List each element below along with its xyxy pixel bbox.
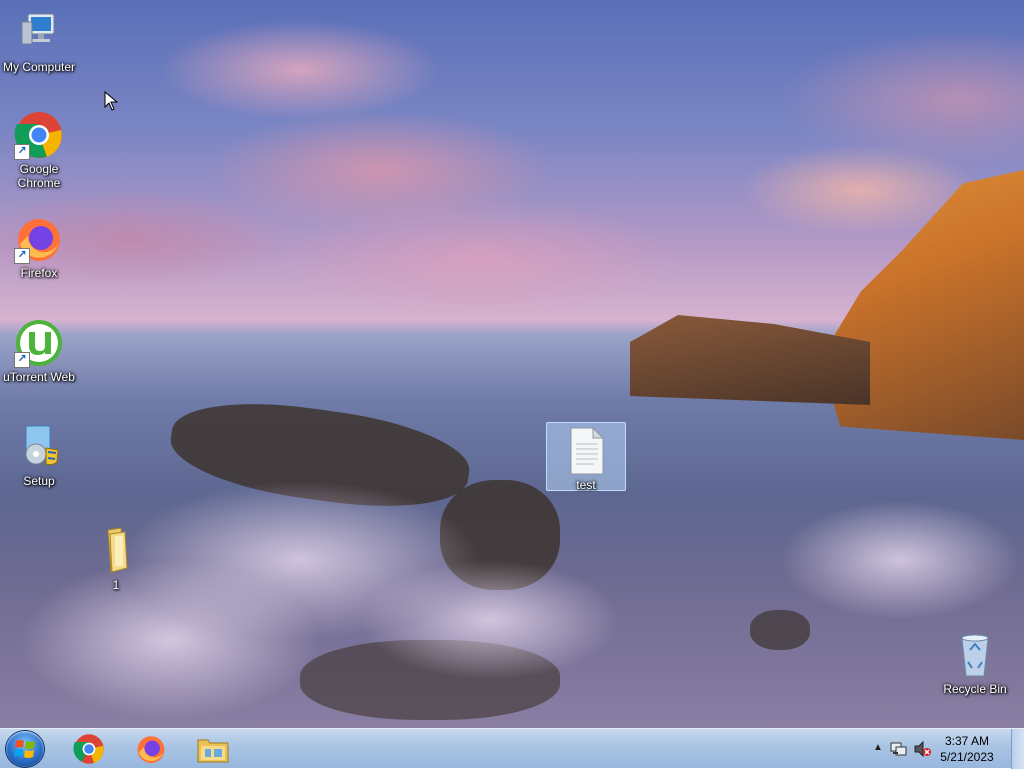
desktop-icon-folder-1[interactable]: 1: [77, 526, 155, 592]
desktop-icon-recycle-bin[interactable]: Recycle Bin: [936, 630, 1014, 696]
volume-muted-icon[interactable]: [914, 741, 932, 757]
desktop-icon-setup[interactable]: Setup: [0, 422, 78, 488]
clock-date: 5/21/2023: [940, 750, 994, 764]
chrome-icon: [73, 734, 104, 764]
desktop-icon-label: 1: [112, 578, 120, 592]
desktop-icon-firefox[interactable]: ↗ Firefox: [0, 214, 78, 280]
desktop-icon-utorrent-web[interactable]: ↗ uTorrent Web: [0, 318, 78, 384]
taskbar-clock[interactable]: 3:37 AM 5/21/2023: [932, 733, 1002, 765]
network-icon[interactable]: [890, 741, 908, 757]
show-hidden-icons-button[interactable]: ▲: [872, 741, 884, 755]
wallpaper-foam: [20, 560, 320, 720]
chrome-icon: ↗: [14, 110, 64, 160]
file-explorer-icon: [197, 739, 229, 763]
start-button[interactable]: [6, 731, 44, 767]
desktop[interactable]: My Computer ↗ Google Chrome ↗ Firefox ↗ …: [0, 0, 1024, 728]
desktop-icon-label: Google Chrome: [17, 162, 61, 190]
desktop-icon-label: test: [576, 478, 596, 492]
computer-icon: [14, 8, 64, 58]
desktop-icon-label: Recycle Bin: [943, 682, 1007, 696]
wallpaper-foam: [780, 500, 1020, 620]
desktop-icon-label: Setup: [23, 474, 55, 488]
recycle-bin-icon: [950, 630, 1000, 680]
taskbar-firefox-button[interactable]: [128, 732, 174, 766]
mouse-cursor-icon: [104, 91, 118, 111]
desktop-icon-google-chrome[interactable]: ↗ Google Chrome: [0, 110, 78, 190]
text-file-icon: [561, 426, 611, 476]
setup-icon: [14, 422, 64, 472]
wallpaper-rocks-right: [630, 315, 870, 405]
show-desktop-button[interactable]: [1011, 729, 1024, 769]
utorrent-icon: ↗: [14, 318, 64, 368]
windows-logo-icon: [14, 740, 35, 758]
desktop-icon-my-computer[interactable]: My Computer: [0, 8, 78, 74]
taskbar: ▲ 3:37 AM 5/21/2023: [0, 728, 1024, 769]
taskbar-chrome-button[interactable]: [66, 732, 112, 766]
desktop-icon-label: My Computer: [2, 60, 76, 74]
folder-icon: [91, 526, 141, 576]
shortcut-arrow-icon: ↗: [14, 352, 30, 368]
wallpaper-foam: [360, 560, 620, 680]
shortcut-arrow-icon: ↗: [14, 248, 30, 264]
firefox-icon: ↗: [14, 214, 64, 264]
shortcut-arrow-icon: ↗: [14, 144, 30, 160]
desktop-icon-test-file[interactable]: test: [546, 422, 626, 492]
firefox-icon: [137, 736, 165, 764]
clock-time: 3:37 AM: [944, 734, 990, 748]
desktop-icon-label: Firefox: [20, 266, 58, 280]
taskbar-file-explorer-button[interactable]: [190, 732, 236, 766]
desktop-icon-label: uTorrent Web: [3, 370, 75, 384]
